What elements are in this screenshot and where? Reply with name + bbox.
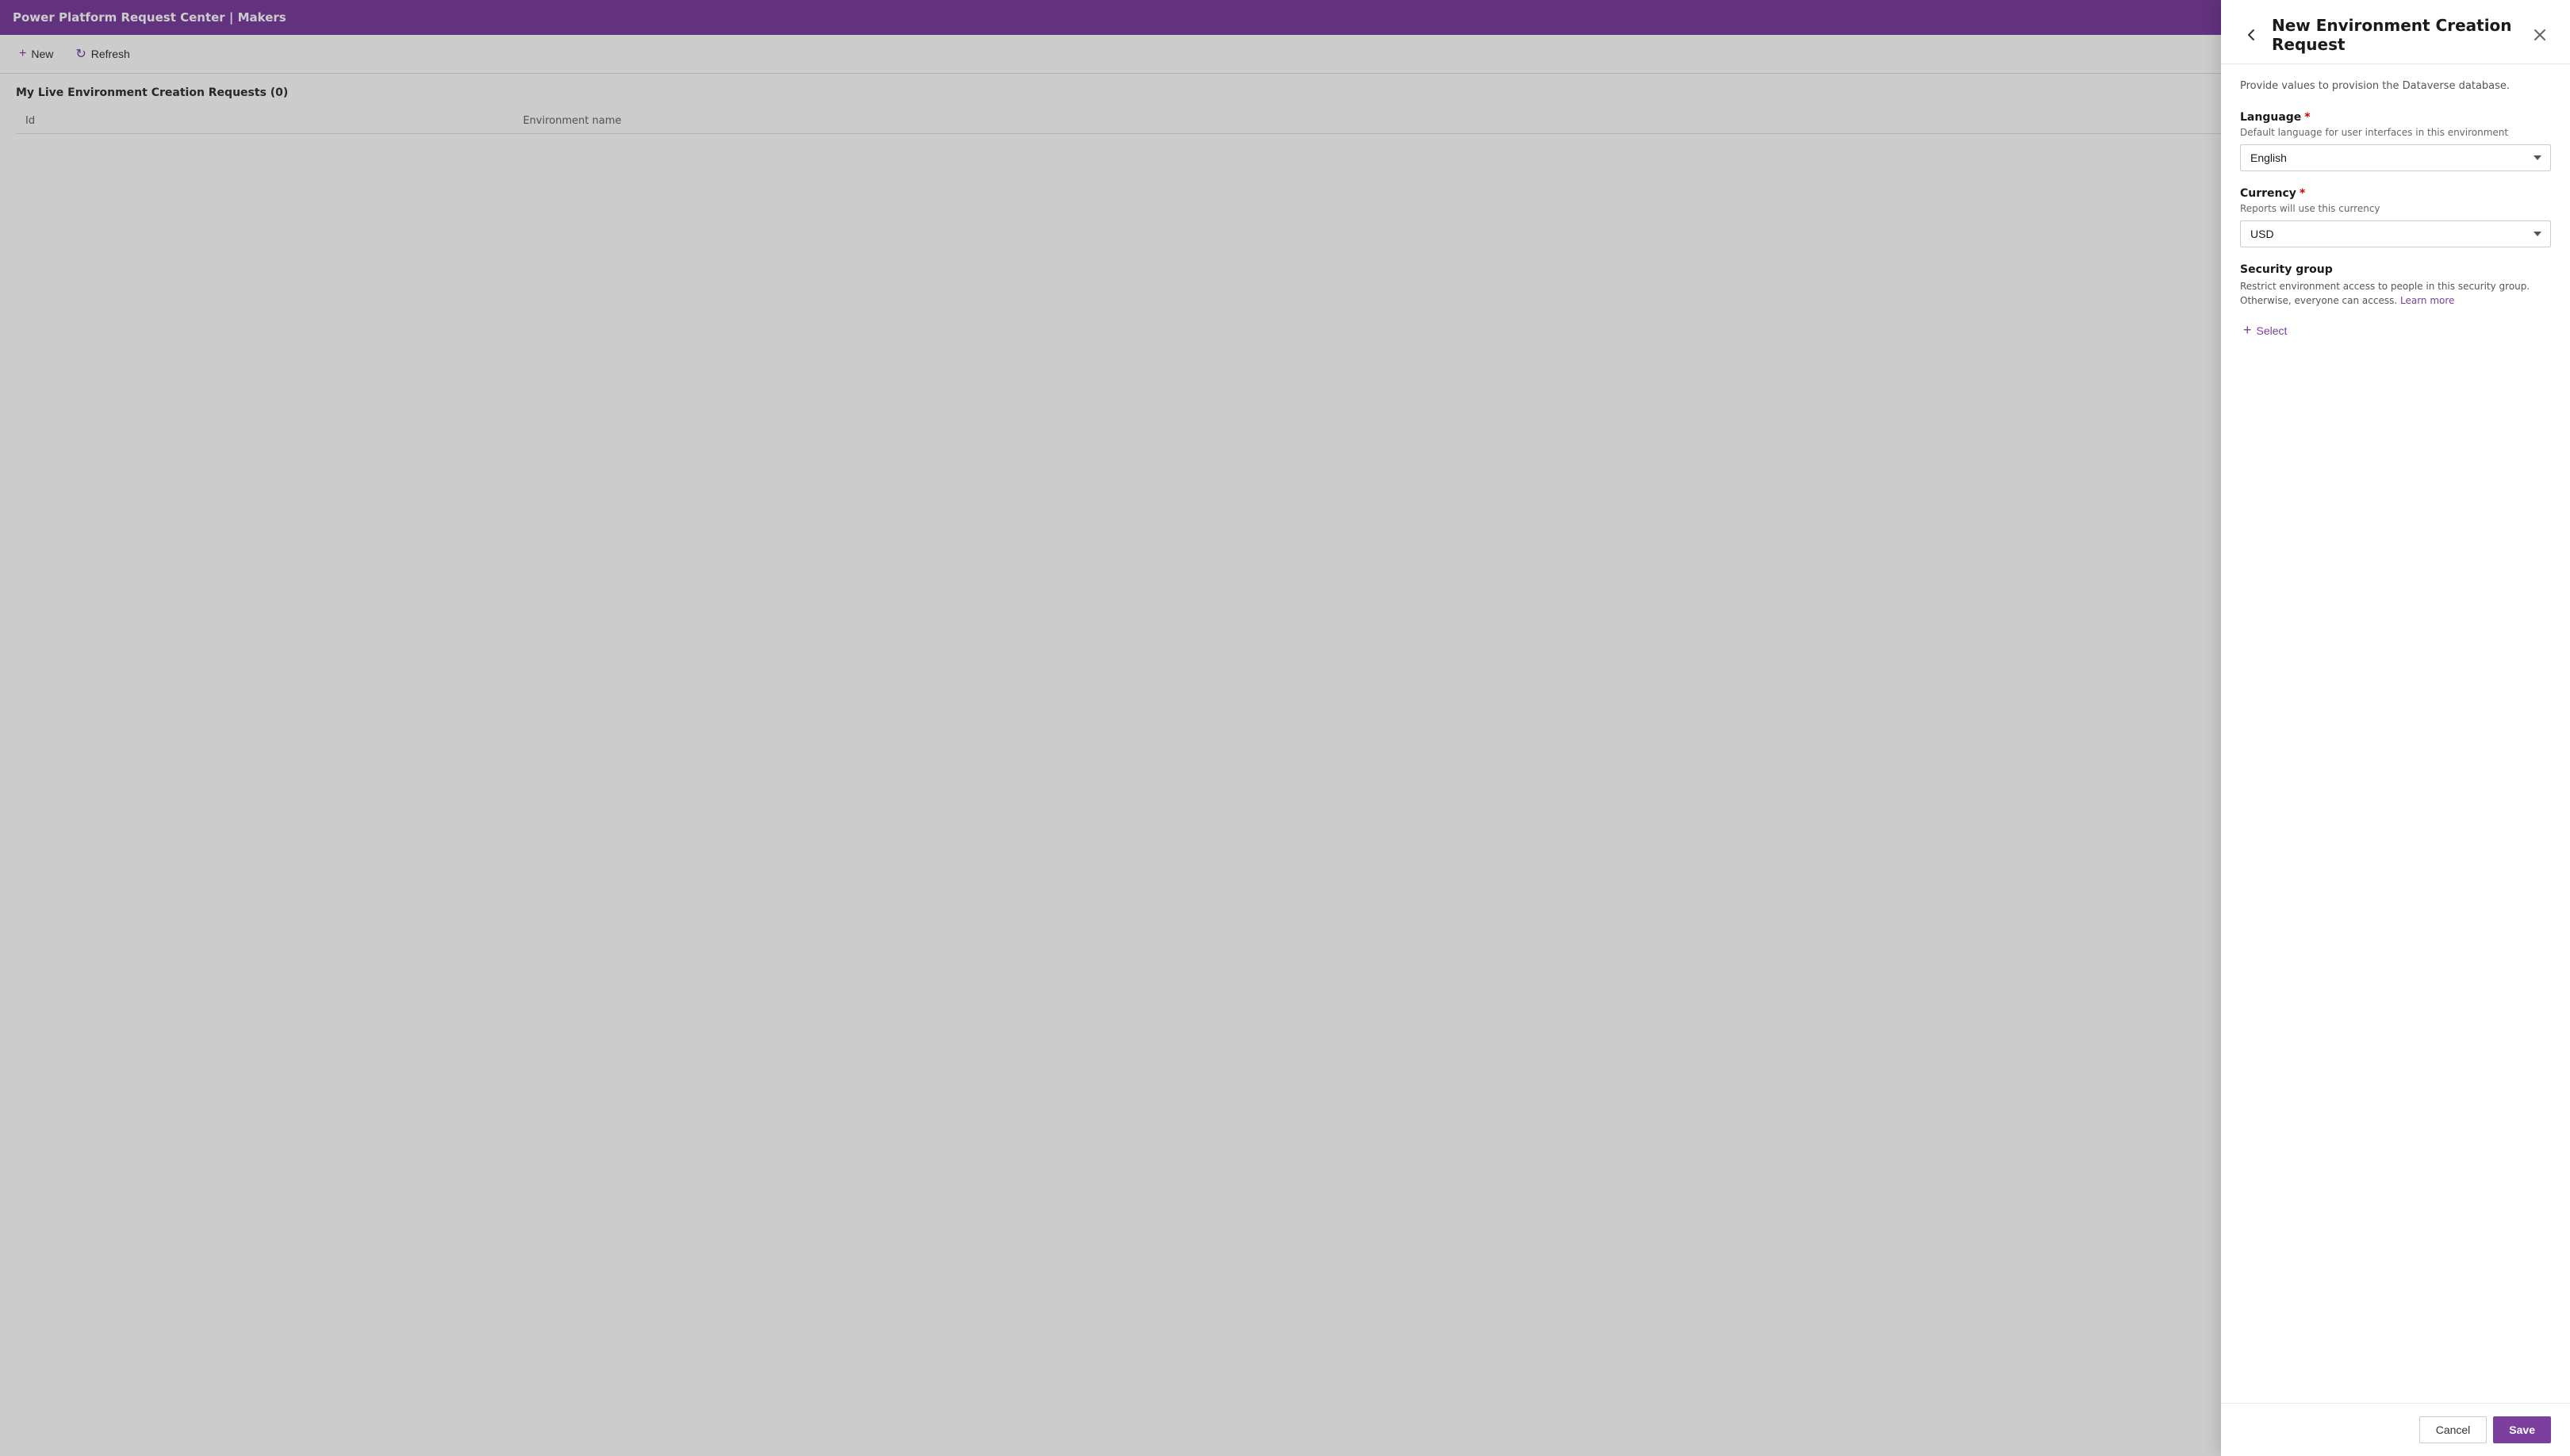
- plus-icon: +: [19, 47, 26, 61]
- new-env-panel: New Environment Creation Request Provide…: [2221, 0, 2570, 1456]
- panel-back-button[interactable]: [2240, 24, 2262, 46]
- new-button-label: New: [31, 48, 53, 60]
- select-button-label: Select: [2257, 324, 2288, 337]
- new-button[interactable]: + New: [10, 42, 63, 66]
- panel-body: Provide values to provision the Datavers…: [2221, 64, 2570, 1403]
- requests-table: Id Environment name: [16, 109, 2554, 134]
- save-button[interactable]: Save: [2493, 1416, 2551, 1443]
- col-id: Id: [16, 109, 513, 134]
- panel-header: New Environment Creation Request: [2221, 0, 2570, 64]
- currency-group: Currency * Reports will use this currenc…: [2240, 187, 2551, 247]
- refresh-button-label: Refresh: [91, 48, 130, 60]
- app-title: Power Platform Request Center | Makers: [13, 10, 286, 25]
- language-select-wrapper: English French German Spanish Japanese C…: [2240, 144, 2551, 171]
- currency-required-star: *: [2300, 187, 2305, 200]
- currency-label: Currency *: [2240, 187, 2551, 200]
- panel-subtitle: Provide values to provision the Datavers…: [2240, 80, 2551, 92]
- close-icon: [2532, 27, 2548, 43]
- panel-title: New Environment Creation Request: [2272, 16, 2519, 54]
- panel-footer: Cancel Save: [2221, 1403, 2570, 1456]
- learn-more-link[interactable]: Learn more: [2400, 295, 2454, 306]
- currency-description: Reports will use this currency: [2240, 203, 2551, 214]
- security-group-form-group: Security group Restrict environment acce…: [2240, 263, 2551, 343]
- app-header: Power Platform Request Center | Makers: [0, 0, 2570, 35]
- security-group-select-button[interactable]: + Select: [2240, 317, 2290, 343]
- back-arrow-icon: [2243, 27, 2259, 43]
- currency-select[interactable]: USD EUR GBP JPY CAD AUD: [2240, 220, 2551, 247]
- language-required-star: *: [2304, 111, 2310, 124]
- section-title: My Live Environment Creation Requests (0…: [16, 86, 2554, 99]
- currency-select-wrapper: USD EUR GBP JPY CAD AUD: [2240, 220, 2551, 247]
- language-label: Language *: [2240, 111, 2551, 124]
- security-group-description: Restrict environment access to people in…: [2240, 279, 2551, 308]
- panel-close-button[interactable]: [2529, 24, 2551, 46]
- language-select[interactable]: English French German Spanish Japanese C…: [2240, 144, 2551, 171]
- select-plus-icon: +: [2243, 322, 2252, 339]
- security-group-label: Security group: [2240, 263, 2551, 276]
- refresh-button[interactable]: ↻ Refresh: [66, 41, 139, 67]
- language-description: Default language for user interfaces in …: [2240, 127, 2551, 138]
- app-container: Power Platform Request Center | Makers +…: [0, 0, 2570, 1456]
- refresh-icon: ↻: [75, 46, 86, 62]
- main-content: My Live Environment Creation Requests (0…: [0, 74, 2570, 1456]
- cancel-button[interactable]: Cancel: [2419, 1416, 2488, 1443]
- language-group: Language * Default language for user int…: [2240, 111, 2551, 171]
- toolbar: + New ↻ Refresh: [0, 35, 2570, 74]
